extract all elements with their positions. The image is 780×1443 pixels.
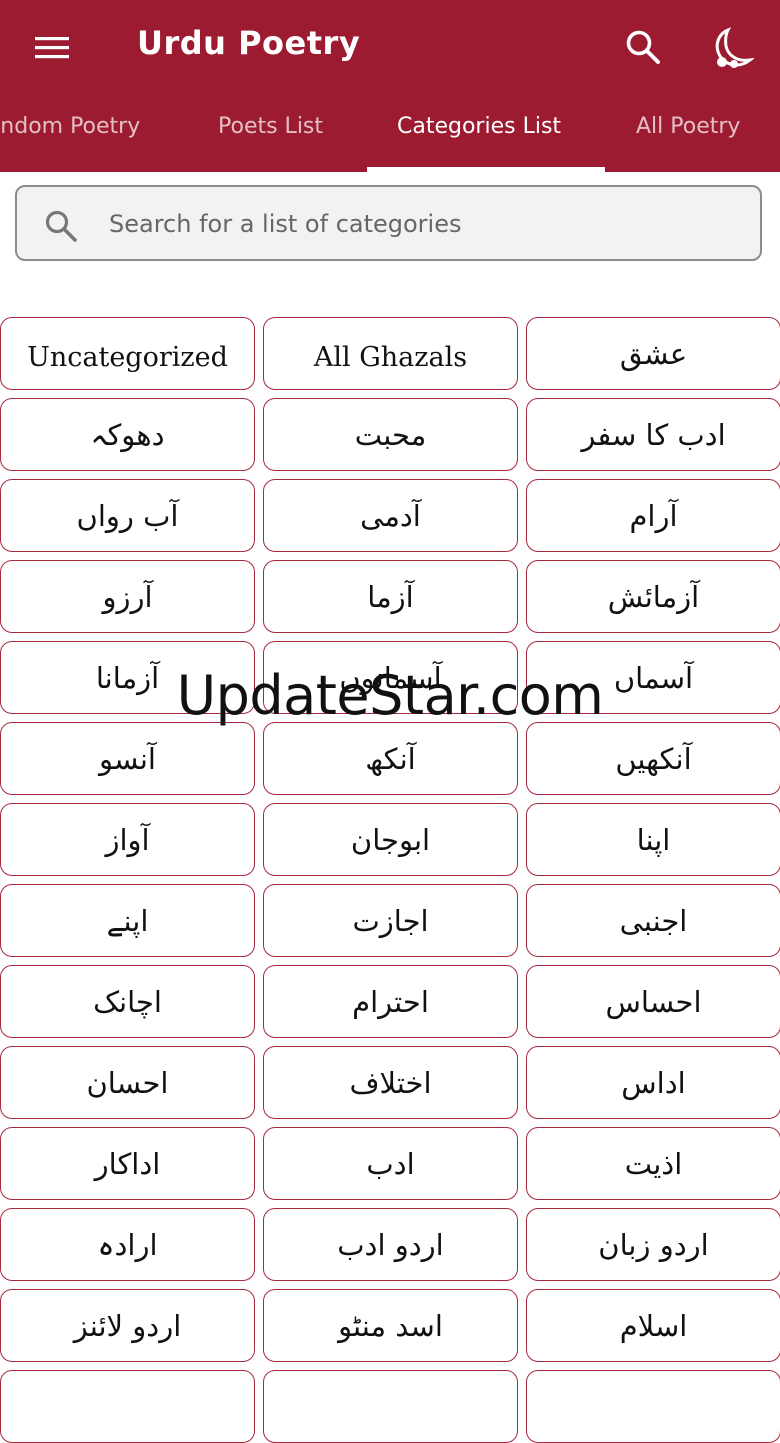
category-search-box[interactable] — [15, 185, 762, 261]
category-item[interactable]: Uncategorized — [0, 317, 255, 390]
menu-icon[interactable] — [33, 34, 73, 62]
category-item[interactable]: اسلام — [526, 1289, 780, 1362]
app-bar: Urdu Poetry Random Poetry Poets List Cat… — [0, 0, 780, 172]
category-item[interactable]: اجنبی — [526, 884, 780, 957]
category-label: آنکھیں — [615, 741, 692, 776]
category-item[interactable]: اردو زبان — [526, 1208, 780, 1281]
category-item[interactable]: ادب — [263, 1127, 518, 1200]
category-label: اپنے — [106, 903, 149, 938]
category-item[interactable]: آزمانا — [0, 641, 255, 714]
category-item[interactable]: آرزو — [0, 560, 255, 633]
category-item[interactable]: اچانک — [0, 965, 255, 1038]
category-item[interactable]: اردو ادب — [263, 1208, 518, 1281]
category-label: آنکھ — [365, 741, 416, 776]
category-label: اداس — [621, 1065, 686, 1100]
category-item[interactable]: آواز — [0, 803, 255, 876]
category-item[interactable]: اپنے — [0, 884, 255, 957]
category-label: اختلاف — [349, 1065, 432, 1100]
category-label: آزمائش — [607, 579, 700, 614]
category-label: آواز — [105, 822, 150, 857]
category-item[interactable]: آرام — [526, 479, 780, 552]
category-item[interactable] — [526, 1370, 780, 1443]
category-item[interactable]: احترام — [263, 965, 518, 1038]
category-item[interactable]: محبت — [263, 398, 518, 471]
category-label: اجازت — [352, 903, 429, 938]
category-item[interactable]: اختلاف — [263, 1046, 518, 1119]
category-label: آزمانا — [95, 660, 160, 695]
tab-categories-list[interactable]: Categories List — [397, 114, 561, 139]
category-item[interactable]: آزما — [263, 560, 518, 633]
category-label: اداکار — [94, 1146, 161, 1181]
tab-random-poetry[interactable]: Random Poetry — [0, 114, 140, 139]
category-item[interactable]: عشق — [526, 317, 780, 390]
category-item[interactable]: آنسو — [0, 722, 255, 795]
search-icon[interactable] — [624, 28, 662, 66]
category-item[interactable]: اذیت — [526, 1127, 780, 1200]
category-label: اپنا — [636, 822, 671, 857]
search-input[interactable] — [107, 199, 731, 249]
category-item[interactable]: آب رواں — [0, 479, 255, 552]
category-item[interactable]: اجازت — [263, 884, 518, 957]
category-label: ادب — [366, 1146, 415, 1181]
category-item[interactable]: آسمانوں — [263, 641, 518, 714]
category-item[interactable]: آنکھیں — [526, 722, 780, 795]
night-mode-icon[interactable] — [708, 26, 754, 70]
categories-grid: Uncategorized All Ghazals عشق دھوکہ محبت… — [0, 317, 780, 1443]
category-label: اجنبی — [619, 903, 688, 938]
category-item[interactable]: All Ghazals — [263, 317, 518, 390]
category-item[interactable]: دھوکہ — [0, 398, 255, 471]
category-label: آدمی — [360, 498, 421, 533]
category-label: آنسو — [99, 741, 156, 776]
category-label: اردو لائنز — [73, 1308, 182, 1343]
category-item[interactable]: اداکار — [0, 1127, 255, 1200]
category-label: دھوکہ — [90, 417, 165, 452]
category-label: اسلام — [619, 1308, 688, 1343]
category-label: احساس — [605, 984, 702, 1019]
tab-bar: Random Poetry Poets List Categories List… — [0, 100, 780, 172]
category-item[interactable]: ادب کا سفر — [526, 398, 780, 471]
category-label: احترام — [352, 984, 429, 1019]
category-item[interactable]: اپنا — [526, 803, 780, 876]
category-label: اچانک — [93, 984, 162, 1019]
category-label: ارادہ — [97, 1227, 158, 1262]
category-label: اذیت — [624, 1146, 683, 1181]
category-item[interactable]: اداس — [526, 1046, 780, 1119]
category-label: عشق — [619, 336, 688, 371]
category-item[interactable] — [0, 1370, 255, 1443]
category-item[interactable]: احساس — [526, 965, 780, 1038]
category-label: ادب کا سفر — [581, 417, 726, 452]
category-label: آرام — [629, 498, 678, 533]
category-label: Uncategorized — [27, 342, 228, 373]
category-item[interactable]: ارادہ — [0, 1208, 255, 1281]
category-item[interactable]: اسد منٹو — [263, 1289, 518, 1362]
category-item[interactable]: احسان — [0, 1046, 255, 1119]
category-item[interactable]: آدمی — [263, 479, 518, 552]
category-label: All Ghazals — [313, 342, 468, 373]
search-icon — [45, 210, 77, 242]
category-item[interactable]: ابوجان — [263, 803, 518, 876]
category-label: اسد منٹو — [338, 1308, 443, 1343]
category-item[interactable] — [263, 1370, 518, 1443]
category-label: احسان — [86, 1065, 169, 1100]
tab-all-poetry[interactable]: All Poetry — [636, 114, 740, 139]
category-label: اردو ادب — [337, 1227, 444, 1262]
category-label: آسمانوں — [339, 660, 442, 695]
category-label: اردو زبان — [598, 1227, 709, 1262]
app-title: Urdu Poetry — [137, 24, 361, 62]
category-item[interactable]: اردو لائنز — [0, 1289, 255, 1362]
category-label: آسماں — [613, 660, 694, 695]
category-label: آب رواں — [76, 498, 179, 533]
active-tab-indicator — [367, 167, 605, 172]
category-item[interactable]: آزمائش — [526, 560, 780, 633]
category-label: ابوجان — [350, 822, 431, 857]
category-label: محبت — [354, 417, 427, 452]
category-item[interactable]: آنکھ — [263, 722, 518, 795]
category-label: آرزو — [102, 579, 153, 614]
category-item[interactable]: آسماں — [526, 641, 780, 714]
tab-poets-list[interactable]: Poets List — [218, 114, 323, 139]
category-label: آزما — [367, 579, 414, 614]
